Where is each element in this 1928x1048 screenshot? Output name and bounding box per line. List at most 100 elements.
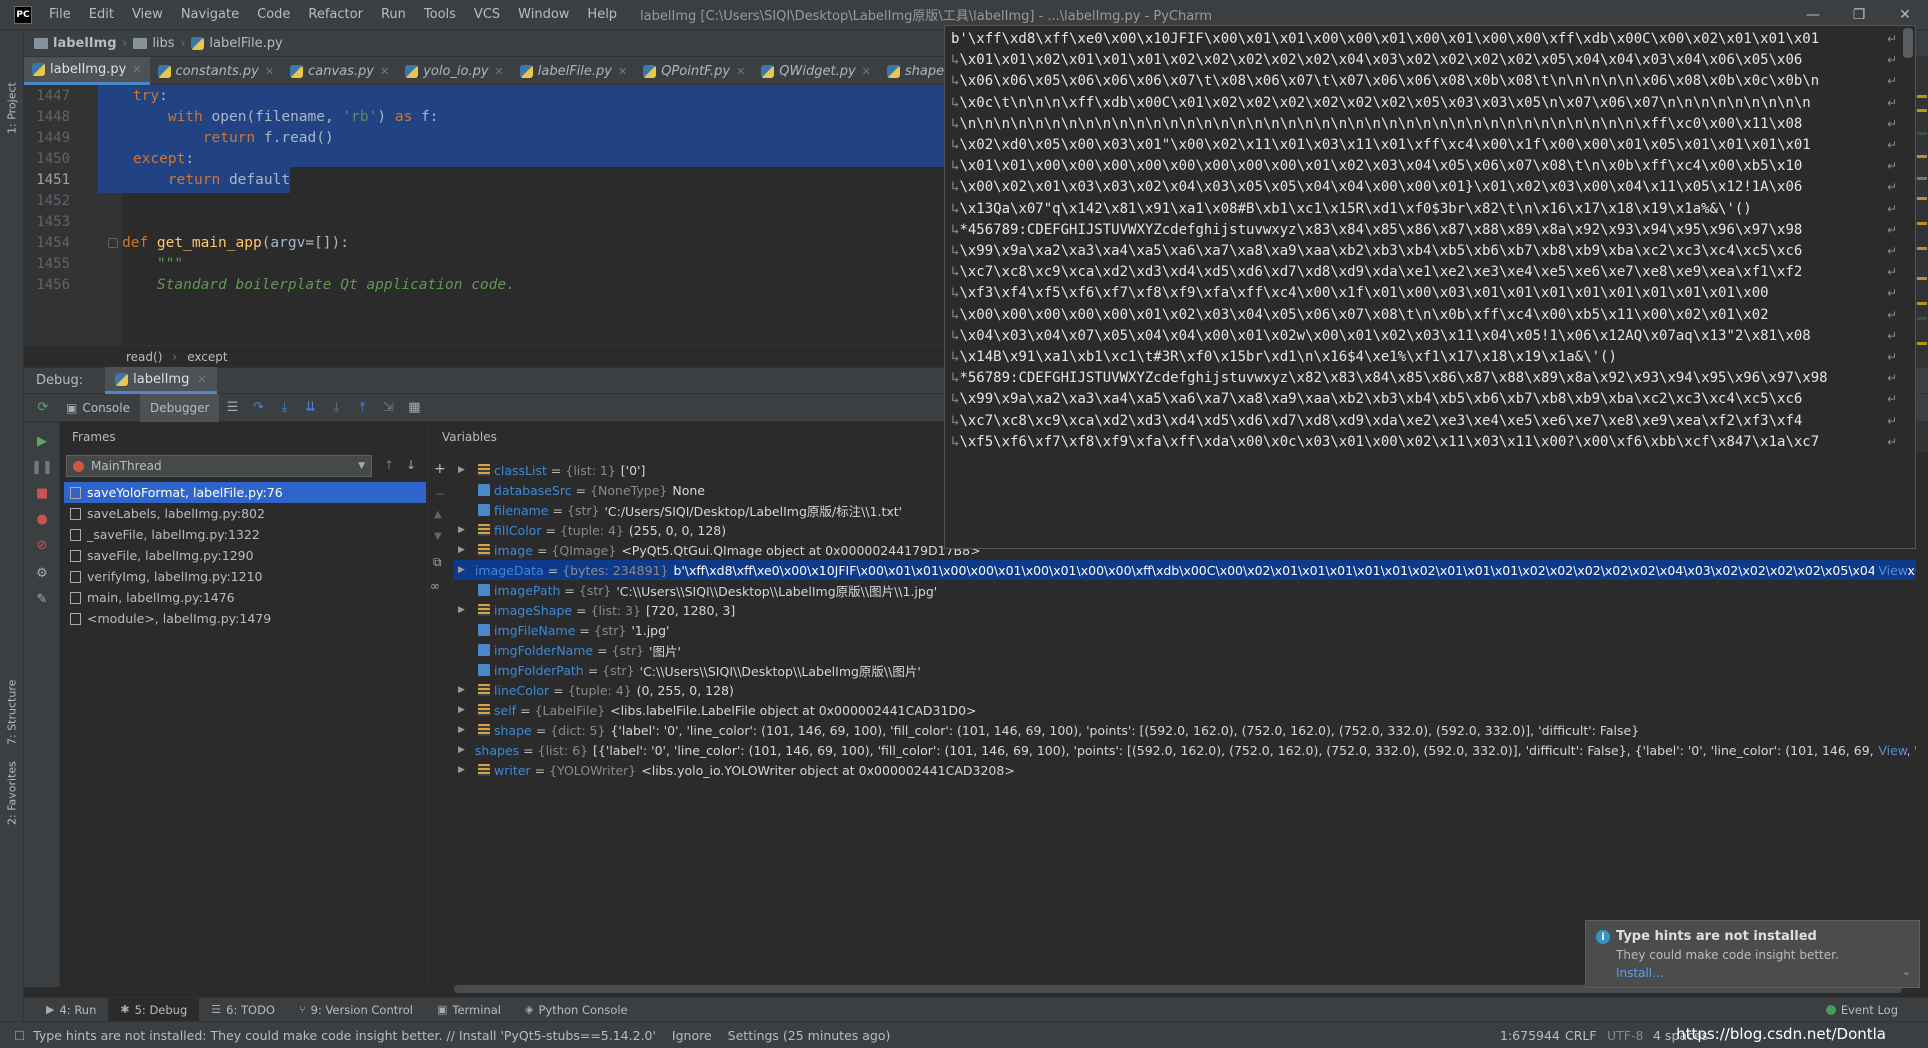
close-tab-icon[interactable]: ✕ <box>380 65 389 78</box>
breadcrumb-libs[interactable]: libs <box>133 36 175 51</box>
expand-arrow-icon[interactable]: ▶ <box>458 545 472 555</box>
chevron-down-icon[interactable]: ⌄ <box>1902 965 1911 978</box>
stripe-marker[interactable] <box>1917 277 1927 280</box>
expand-arrow-icon[interactable]: ▶ <box>458 745 465 755</box>
stop-icon[interactable]: ■ <box>31 482 53 504</box>
menu-help[interactable]: Help <box>578 0 626 30</box>
line-separator[interactable]: CRLF <box>1565 1022 1597 1048</box>
close-tab-icon[interactable]: ✕ <box>265 65 274 78</box>
expand-arrow-icon[interactable]: ▶ <box>458 525 472 535</box>
fold-marker-icon[interactable] <box>108 238 118 248</box>
frame-row[interactable]: verifyImg, labelImg.py:1210 <box>64 566 426 587</box>
variable-row-self[interactable]: ▶ self = {LabelFile} <libs.labelFile.LabelFi… <box>454 700 1916 720</box>
variable-row-imgfilename[interactable]: imgFileName = {str} '1.jpg' <box>454 620 1916 640</box>
variable-row-shape[interactable]: ▶ shape = {dict: 5} {'label': '0', 'line_col… <box>454 720 1916 740</box>
caret-position[interactable]: 1:675944 <box>1500 1022 1560 1048</box>
menu-vcs[interactable]: VCS <box>465 0 509 30</box>
breadcrumb-project[interactable]: labelImg <box>34 36 117 51</box>
stripe-marker[interactable] <box>1917 342 1927 345</box>
variable-row-shapes[interactable]: ▶ shapes = {list: 6} [{'label': '0', 'line_c… <box>454 740 1916 760</box>
expand-arrow-icon[interactable]: ▶ <box>458 765 472 775</box>
editor-tab-qwidget-py[interactable]: QWidget.py ✕ <box>753 57 879 85</box>
editor-tab-constants-py[interactable]: constants.py ✕ <box>150 57 283 85</box>
evaluate-expression-icon[interactable]: ▦ <box>403 397 425 419</box>
breadcrumb-except[interactable]: except <box>187 350 227 364</box>
rerun-icon[interactable]: ⟳ <box>32 397 54 419</box>
close-tab-icon[interactable]: ✕ <box>132 63 141 76</box>
expand-arrow-icon[interactable]: ▶ <box>458 685 472 695</box>
status-toggle-icon[interactable]: ☐ <box>14 1028 25 1043</box>
tool-window-run[interactable]: ▶ 4: Run <box>34 998 108 1022</box>
variable-row-imagedata[interactable]: ▶ imageData = {bytes: 234891} b'\xff\xd8\xff… <box>454 560 1916 580</box>
stripe-marker[interactable] <box>1917 132 1927 135</box>
copy-icon[interactable]: ⧉ <box>433 555 442 570</box>
frame-row[interactable]: saveFile, labelImg.py:1290 <box>64 545 426 566</box>
close-tab-icon[interactable]: ✕ <box>495 65 504 78</box>
stripe-marker[interactable] <box>1917 197 1927 200</box>
pin-icon[interactable]: ✎ <box>31 588 53 610</box>
stripe-marker[interactable] <box>1917 109 1927 112</box>
view-breakpoints-icon[interactable]: ● <box>31 508 53 530</box>
frame-row[interactable]: <module>, labelImg.py:1479 <box>64 608 426 629</box>
file-encoding[interactable]: UTF-8 <box>1607 1022 1643 1048</box>
stripe-marker[interactable] <box>1917 95 1927 98</box>
expand-arrow-icon[interactable]: ▶ <box>458 725 472 735</box>
step-into-icon[interactable]: ⤓ <box>273 397 295 419</box>
menu-view[interactable]: View <box>123 0 172 30</box>
menu-code[interactable]: Code <box>248 0 299 30</box>
editor-tab-qpointf-py[interactable]: QPointF.py ✕ <box>635 57 753 85</box>
frame-row[interactable]: saveLabels, labelImg.py:802 <box>64 503 426 524</box>
editor-tab-labelfile-py[interactable]: labelFile.py ✕ <box>512 57 635 85</box>
menu-window[interactable]: Window <box>509 0 578 30</box>
tool-tab-favorites[interactable]: 2: Favorites <box>2 755 22 825</box>
code-editor[interactable]: 1447 try: 1448 with open(filename, 'rb') … <box>24 85 948 345</box>
close-icon[interactable]: ✕ <box>197 373 206 386</box>
stripe-marker[interactable] <box>1917 317 1927 320</box>
menu-refactor[interactable]: Refactor <box>299 0 372 30</box>
event-log-button[interactable]: Event Log <box>1825 1003 1898 1017</box>
menu-file[interactable]: File <box>40 0 80 30</box>
status-ignore-link[interactable]: Ignore <box>672 1028 712 1043</box>
show-execution-point-icon[interactable]: ☰ <box>221 397 243 419</box>
variable-row-imagepath[interactable]: imagePath = {str} 'C:\\Users\\SIQI\\Desktop… <box>454 580 1916 600</box>
tool-window-todo[interactable]: ☰ 6: TODO <box>199 998 287 1022</box>
menu-navigate[interactable]: Navigate <box>172 0 248 30</box>
variable-row-imgfoldername[interactable]: imgFolderName = {str} '图片' <box>454 640 1916 660</box>
move-up-icon[interactable]: ▲ <box>434 509 442 520</box>
close-tab-icon[interactable]: ✕ <box>736 65 745 78</box>
thread-select[interactable]: MainThread ▼ <box>66 455 372 477</box>
stripe-marker[interactable] <box>1917 247 1927 250</box>
step-out-icon[interactable]: ⤒ <box>351 397 373 419</box>
view-link[interactable]: View <box>1874 742 1908 758</box>
frame-row[interactable]: _saveFile, labelImg.py:1322 <box>64 524 426 545</box>
menu-edit[interactable]: Edit <box>80 0 123 30</box>
stripe-marker[interactable] <box>1917 177 1927 180</box>
remove-watch-icon[interactable]: − <box>435 487 445 501</box>
settings-gear-icon[interactable]: ⚙ <box>31 562 53 584</box>
tool-window-terminal[interactable]: ▣ Terminal <box>425 998 513 1022</box>
imagedata-value-popup[interactable]: b'\xff\xd8\xff\xe0\x00\x10JFIF\x00\x01\x… <box>944 25 1916 549</box>
variable-row-linecolor[interactable]: ▶ lineColor = {tuple: 4} (0, 255, 0, 128) <box>454 680 1916 700</box>
view-link[interactable]: View <box>1874 562 1908 578</box>
breadcrumb-read[interactable]: read() <box>126 350 162 364</box>
frame-row[interactable]: saveYoloFormat, labelFile.py:76 <box>64 482 426 503</box>
run-to-cursor-icon[interactable]: ⇲ <box>377 397 399 419</box>
console-tab[interactable]: ▣ Console <box>56 394 140 422</box>
popup-scrollbar[interactable] <box>1903 28 1913 58</box>
tool-window-version-control[interactable]: ⑂ 9: Version Control <box>287 998 425 1022</box>
stripe-marker[interactable] <box>1917 155 1927 158</box>
close-tab-icon[interactable]: ✕ <box>862 65 871 78</box>
close-tab-icon[interactable]: ✕ <box>618 65 627 78</box>
add-watch-icon[interactable]: + <box>434 461 446 477</box>
stripe-marker[interactable] <box>1917 222 1927 225</box>
breadcrumb-file[interactable]: labelFile.py <box>191 36 283 51</box>
resume-icon[interactable]: ▶ <box>31 430 53 452</box>
tool-tab-project[interactable]: 1: Project <box>2 54 22 134</box>
debug-session-tab[interactable]: labelImg ✕ <box>105 367 217 394</box>
editor-tab-canvas-py[interactable]: canvas.py ✕ <box>282 57 397 85</box>
tool-window-debug[interactable]: ✱ 5: Debug <box>108 997 200 1022</box>
expand-arrow-icon[interactable]: ▶ <box>458 565 465 575</box>
menu-tools[interactable]: Tools <box>415 0 465 30</box>
arrow-down-icon[interactable]: ↓ <box>406 458 416 472</box>
editor-tab-yolo_io-py[interactable]: yolo_io.py ✕ <box>397 57 512 85</box>
